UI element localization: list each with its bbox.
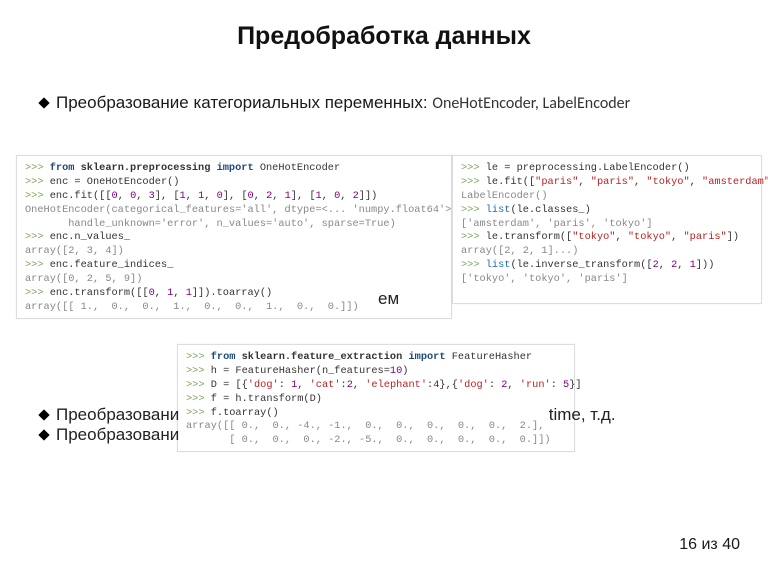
bullet-text-2-post: time, т.д. [549, 405, 616, 424]
bullet-text-1: Преобразование категориальных переменных… [56, 93, 432, 112]
occluded-fragment-em: ем [378, 289, 399, 309]
diamond-icon [38, 409, 49, 420]
bullet-item-3: Преобразовани [40, 425, 179, 445]
slide: Предобработка данных Преобразование кате… [0, 0, 768, 576]
bullet-text-2-pre: Преобразовани [56, 405, 179, 424]
bullet-item-2: Преобразовани time, т.д. [40, 405, 616, 425]
code-featurehasher: >>> from sklearn.feature_extraction impo… [177, 344, 575, 452]
bullet-item-1: Преобразование категориальных переменных… [40, 92, 728, 115]
slide-title: Предобработка данных [0, 22, 768, 51]
bullet-text-3: Преобразовани [56, 425, 179, 444]
diamond-icon [38, 429, 49, 440]
code-labelencoder: >>> le = preprocessing.LabelEncoder() >>… [452, 155, 762, 304]
diamond-icon [38, 97, 49, 108]
bullets-block: Преобразование категориальных переменных… [40, 92, 728, 121]
bullet-encoders: OneHotEncoder, LabelEncoder [432, 94, 630, 113]
page-number: 16 из 40 [679, 536, 740, 554]
